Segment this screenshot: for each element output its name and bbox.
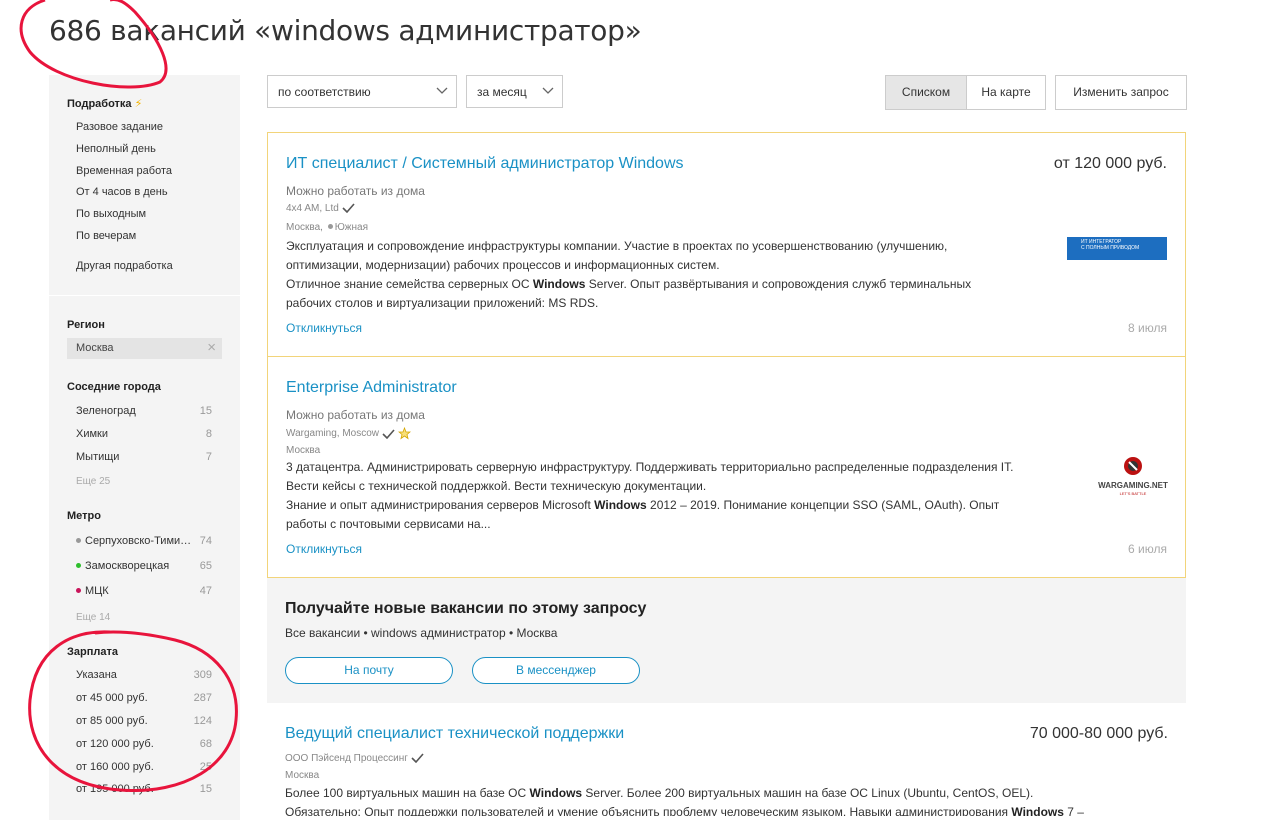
divider	[49, 295, 240, 296]
filter-item[interactable]: Временная работа	[76, 165, 212, 177]
filter-heading-podrabotka: Подработка ⚡	[67, 98, 143, 110]
filter-count: 65	[199, 560, 212, 572]
metro-line-dot	[76, 562, 81, 568]
view-map-button[interactable]: На карте	[966, 75, 1046, 110]
filter-heading-region: Регион	[67, 319, 105, 331]
filter-count: 47	[199, 585, 212, 597]
edit-query-button[interactable]: Изменить запрос	[1055, 75, 1187, 110]
filter-count: 74	[199, 535, 212, 547]
vacancy-salary: 70 000-80 000 руб.	[1029, 725, 1168, 742]
filter-item[interactable]: Разовое задание	[76, 121, 212, 133]
filter-count: 309	[193, 669, 212, 681]
vacancy-card: Enterprise Administrator Можно работать …	[267, 356, 1186, 578]
verified-check-icon	[382, 428, 395, 439]
filter-count: 8	[205, 428, 212, 440]
filter-count: 7	[205, 451, 212, 463]
vacancy-location: Москва	[286, 445, 321, 456]
metro-line-dot	[76, 537, 81, 543]
filter-item[interactable]: Другая подработка	[76, 260, 212, 272]
filter-heading-salary: Зарплата	[67, 646, 118, 658]
filter-item[interactable]: Неполный день	[76, 143, 212, 155]
vacancy-title-link[interactable]: Ведущий специалист технической поддержки	[285, 725, 624, 743]
respond-link[interactable]: Откликнуться	[286, 542, 362, 556]
chevron-down-icon	[542, 87, 554, 94]
star-award-icon	[397, 426, 411, 440]
vacancy-card: Ведущий специалист технической поддержки…	[267, 704, 1186, 816]
vacancy-description: Более 100 виртуальных машин на базе ОС W…	[285, 786, 1084, 816]
remote-label: Можно работать из дома	[286, 184, 425, 198]
metro-line-dot	[76, 587, 81, 593]
respond-link[interactable]: Откликнуться	[286, 321, 362, 335]
vacancy-description: Эксплуатация и сопровождение инфраструкт…	[286, 239, 972, 310]
subscribe-description: Все вакансии • windows администратор • М…	[285, 626, 558, 640]
sort-select-value: по соответствию	[278, 85, 371, 99]
filter-heading-nearby: Соседние города	[67, 381, 161, 393]
lightning-icon: ⚡	[134, 98, 143, 110]
filter-count: 124	[193, 715, 212, 727]
vacancy-description: 3 датацентра. Администрировать серверную…	[286, 460, 1014, 531]
wargaming-logo-icon	[1124, 457, 1142, 475]
period-select[interactable]: за месяц	[466, 75, 563, 108]
filter-heading-metro: Метро	[67, 510, 101, 522]
vacancy-card: ИТ специалист / Системный администратор …	[267, 132, 1186, 357]
messenger-subscribe-button[interactable]: В мессенджер	[472, 657, 640, 684]
region-chip-label: Москва	[76, 342, 114, 354]
filters-sidebar: Подработка ⚡ Разовое задание Неполный де…	[49, 75, 240, 820]
subscribe-title: Получайте новые вакансии по этому запрос…	[285, 600, 647, 617]
email-subscribe-button[interactable]: На почту	[285, 657, 453, 684]
company-logo[interactable]: WARGAMING.NET LET'S BATTLE	[1093, 456, 1173, 498]
page-title: 686 вакансий «windows администратор»	[49, 14, 642, 47]
filter-item[interactable]: По выходным	[76, 208, 212, 220]
filter-count: 68	[199, 738, 212, 750]
view-list-button[interactable]: Списком	[885, 75, 967, 110]
company-name[interactable]: Wargaming, Moscow	[286, 426, 411, 440]
vacancy-location: Москва	[285, 770, 320, 781]
company-name[interactable]: ООО Пэйсенд Процессинг	[285, 753, 424, 764]
filter-item[interactable]: От 4 часов в день	[76, 186, 212, 198]
remote-label: Можно работать из дома	[286, 408, 425, 422]
chevron-down-icon	[436, 87, 448, 94]
company-logo[interactable]: ИТ ИНТЕГРАТОР С ПОЛНЫМ ПРИВОДОМ	[1067, 237, 1167, 260]
filter-item[interactable]: По вечерам	[76, 230, 212, 242]
vacancy-salary: от 120 000 руб.	[1053, 155, 1167, 172]
subscribe-block: Получайте новые вакансии по этому запрос…	[267, 578, 1186, 703]
vacancy-location: Москва, Южная	[286, 222, 368, 233]
filter-count: 15	[199, 783, 212, 795]
close-icon[interactable]: ×	[207, 339, 216, 356]
filter-count: 15	[199, 405, 212, 417]
verified-check-icon	[411, 753, 424, 764]
vacancy-title-link[interactable]: Enterprise Administrator	[286, 379, 457, 397]
company-name[interactable]: 4x4 AM, Ltd	[286, 203, 355, 214]
vacancy-date: 8 июля	[1128, 321, 1167, 335]
vacancy-title-link[interactable]: ИТ специалист / Системный администратор …	[286, 155, 684, 173]
region-chip[interactable]: Москва ×	[67, 338, 222, 359]
filter-count: 25	[199, 761, 212, 773]
filter-count: 287	[193, 692, 212, 704]
period-select-value: за месяц	[477, 85, 527, 99]
sort-select[interactable]: по соответствию	[267, 75, 457, 108]
verified-check-icon	[342, 203, 355, 214]
metro-line-dot	[327, 223, 333, 229]
vacancy-date: 6 июля	[1128, 542, 1167, 556]
show-more-link[interactable]: Еще 14	[76, 612, 110, 623]
show-more-link[interactable]: Еще 25	[76, 476, 110, 487]
